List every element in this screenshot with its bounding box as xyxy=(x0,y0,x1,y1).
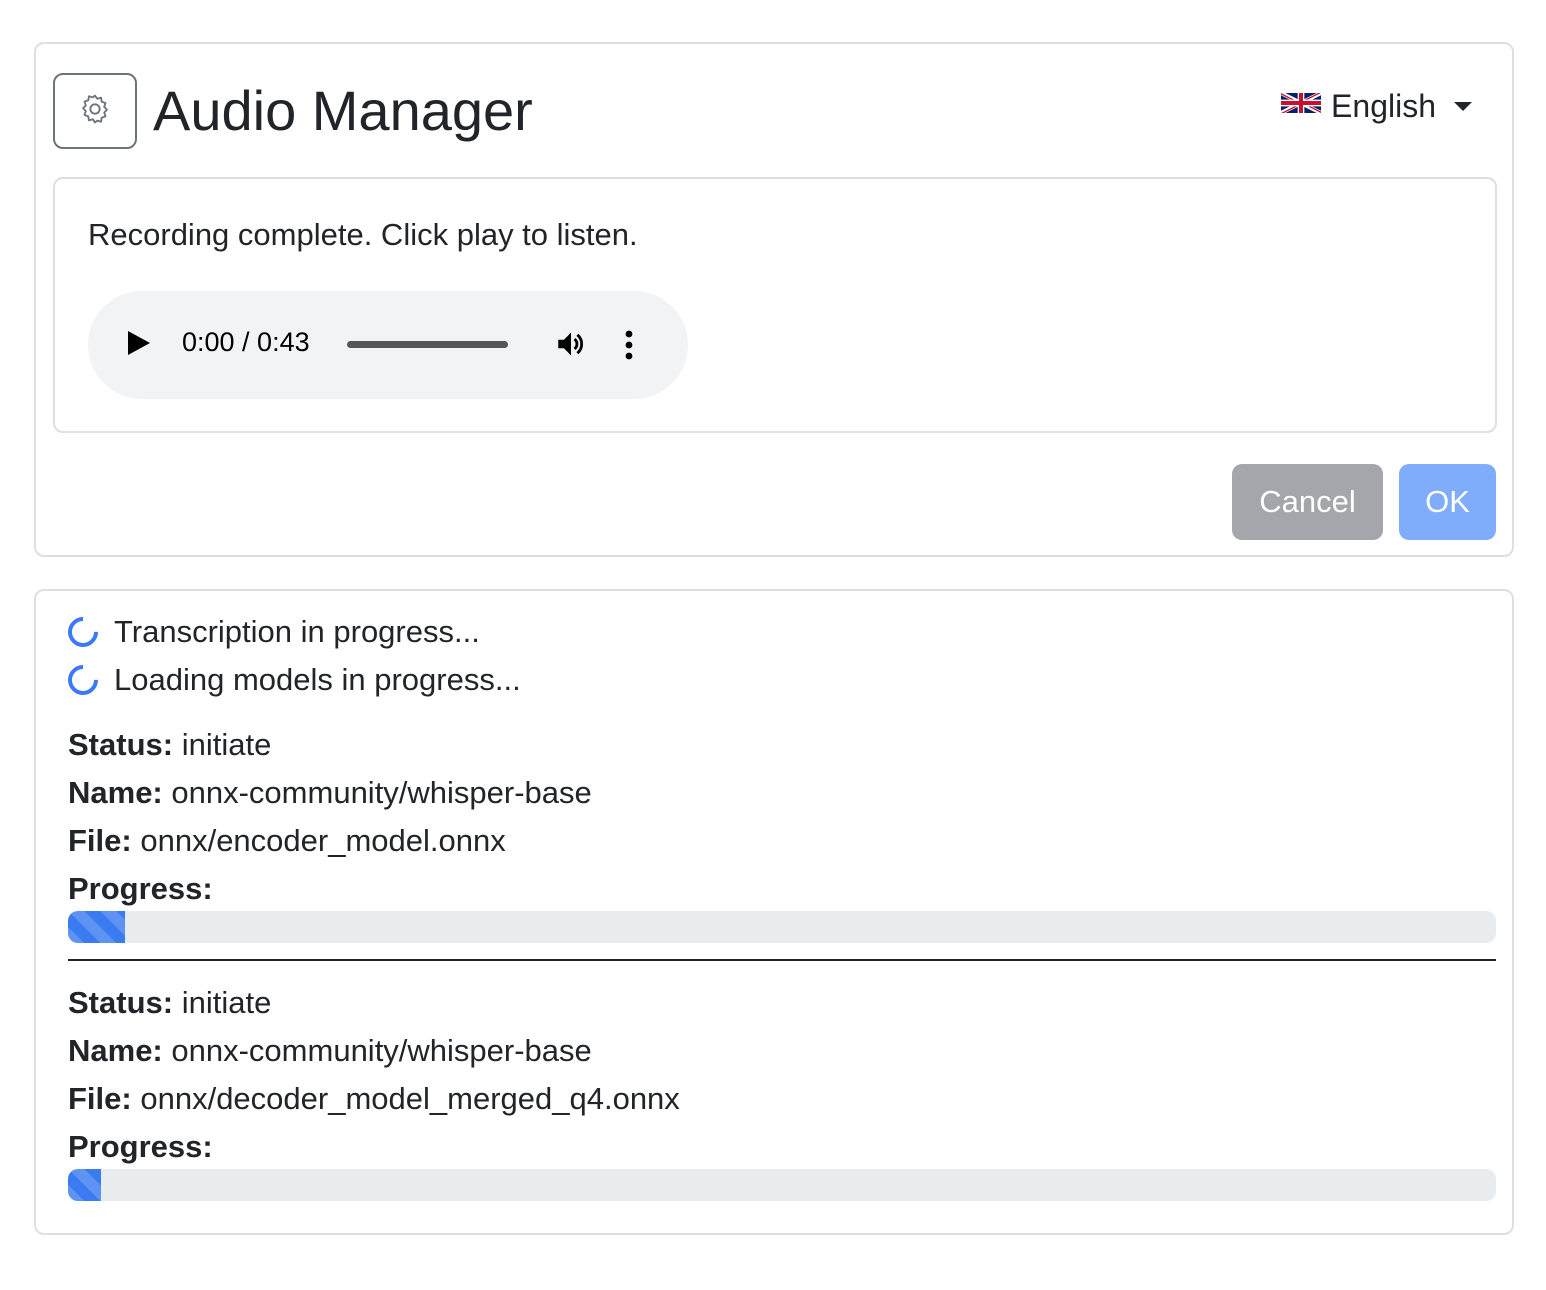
model-name: Name: onnx-community/whisper-base xyxy=(68,775,592,811)
progress-label: Progress: xyxy=(68,1129,213,1164)
model-status: Status: initiate xyxy=(68,727,271,763)
ok-button[interactable]: OK xyxy=(1399,464,1496,540)
status-text: Transcription in progress... xyxy=(114,614,480,649)
model-status: Status: initiate xyxy=(68,985,271,1021)
chevron-down-icon xyxy=(1454,102,1472,111)
loading-status: Loading models in progress... xyxy=(61,658,521,702)
time-display: 0:00 / 0:43 xyxy=(182,327,310,357)
status-label: Status: xyxy=(68,727,174,762)
status-text: Loading models in progress... xyxy=(114,662,521,697)
play-icon[interactable] xyxy=(128,331,150,355)
gear-icon xyxy=(78,92,112,131)
audio-manager-card: Audio Manager English Recording complete… xyxy=(34,42,1514,557)
settings-button[interactable] xyxy=(53,73,137,149)
name-value: onnx-community/whisper-base xyxy=(171,1033,592,1068)
status-label: Status: xyxy=(68,985,174,1020)
progress-bar xyxy=(68,1169,1496,1201)
progress-label-row: Progress: xyxy=(68,871,213,907)
progress-bar xyxy=(68,911,1496,943)
volume-icon[interactable] xyxy=(554,327,588,366)
spinner-icon xyxy=(61,658,105,702)
status-value: initiate xyxy=(181,727,272,762)
progress-fill xyxy=(68,1169,101,1201)
language-label: English xyxy=(1331,88,1436,124)
audio-player: 0:00 / 0:43 xyxy=(88,291,688,399)
cancel-button[interactable]: Cancel xyxy=(1232,464,1383,540)
file-value: onnx/decoder_model_merged_q4.onnx xyxy=(140,1081,680,1116)
model-file: File: onnx/encoder_model.onnx xyxy=(68,823,506,859)
recording-panel: Recording complete. Click play to listen… xyxy=(53,177,1497,433)
model-name: Name: onnx-community/whisper-base xyxy=(68,1033,592,1069)
transcription-status: Transcription in progress... xyxy=(61,610,480,654)
progress-fill xyxy=(68,911,126,943)
divider xyxy=(68,959,1496,961)
progress-label-row: Progress: xyxy=(68,1129,213,1165)
file-label: File: xyxy=(68,1081,132,1116)
uk-flag-icon xyxy=(1280,88,1322,125)
name-label: Name: xyxy=(68,1033,163,1068)
name-value: onnx-community/whisper-base xyxy=(171,775,592,810)
page-title: Audio Manager xyxy=(153,79,533,142)
model-file: File: onnx/decoder_model_merged_q4.onnx xyxy=(68,1081,680,1117)
progress-card: Transcription in progress... Loading mod… xyxy=(34,589,1514,1235)
file-label: File: xyxy=(68,823,132,858)
seek-bar[interactable] xyxy=(347,341,508,348)
file-value: onnx/encoder_model.onnx xyxy=(140,823,506,858)
progress-label: Progress: xyxy=(68,871,213,906)
recording-message: Recording complete. Click play to listen… xyxy=(88,217,638,252)
spinner-icon xyxy=(61,610,105,654)
language-dropdown[interactable]: English xyxy=(1280,88,1472,125)
more-options-icon[interactable] xyxy=(624,329,634,366)
name-label: Name: xyxy=(68,775,163,810)
status-value: initiate xyxy=(181,985,272,1020)
